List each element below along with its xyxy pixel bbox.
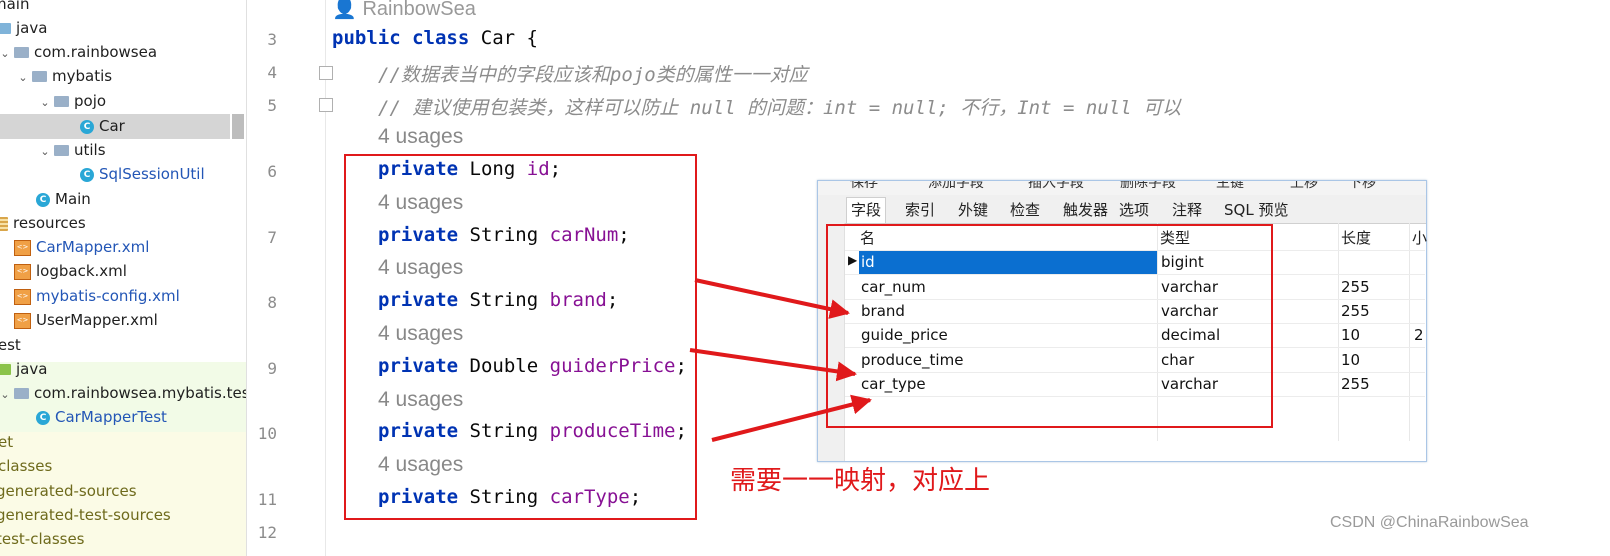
- annotation-text: 需要一一映射，对应上: [730, 466, 991, 496]
- mapping-arrow: [689, 348, 857, 382]
- mapping-arrow: [694, 278, 850, 319]
- watermark: CSDN @ChinaRainbowSea: [1330, 514, 1529, 531]
- mapping-arrow: [711, 394, 872, 442]
